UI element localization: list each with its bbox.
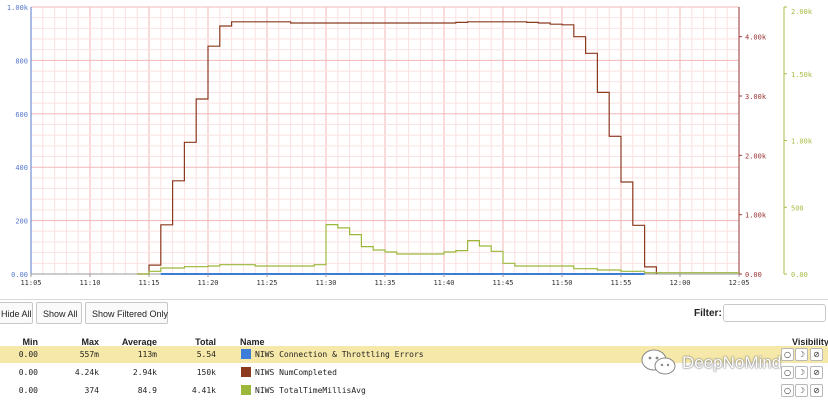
second-right-y-tick-label: 1.00k — [791, 138, 813, 146]
row-total: 5.54 — [196, 350, 216, 359]
row-max: 4.24k — [74, 368, 99, 377]
row-average: 113m — [137, 350, 157, 359]
watermark: DeepNoMind — [640, 345, 790, 381]
left-y-tick-label: 400 — [15, 164, 28, 172]
hide-series-button[interactable]: ⊘ — [810, 348, 823, 361]
row-average: 2.94k — [132, 368, 157, 377]
row-max: 557m — [79, 350, 99, 359]
left-y-tick-label: 800 — [15, 57, 28, 65]
watermark-text: DeepNoMind — [682, 353, 782, 372]
row-series-name: NIWS NumCompleted — [255, 368, 337, 377]
x-tick-label: 11:15 — [138, 279, 159, 287]
x-tick-label: 11:30 — [315, 279, 336, 287]
left-y-tick-label: 0.00 — [11, 271, 28, 279]
left-y-tick-label: 200 — [15, 218, 28, 226]
x-tick-label: 11:55 — [610, 279, 631, 287]
row-total: 4.41k — [191, 386, 216, 395]
show-all-button[interactable]: Show All — [36, 302, 82, 324]
right-y-tick-label: 2.00k — [745, 152, 767, 160]
filter-label: Filter: — [694, 308, 722, 319]
hide-series-button[interactable]: ⊘ — [810, 384, 823, 397]
right-y-tick-label: 0.00 — [745, 271, 762, 279]
hide-all-button[interactable]: Hide All — [0, 302, 33, 324]
row-min: 0.00 — [18, 386, 38, 395]
dim-series-button[interactable]: ☽ — [795, 384, 808, 397]
row-max: 374 — [84, 386, 99, 395]
series-color-swatch — [241, 349, 251, 359]
right-y-tick-label: 4.00k — [745, 34, 767, 42]
x-tick-label: 11:25 — [256, 279, 277, 287]
row-min: 0.00 — [18, 350, 38, 359]
row-average: 84.9 — [137, 386, 157, 395]
x-tick-label: 12:05 — [728, 279, 749, 287]
x-tick-label: 11:45 — [492, 279, 513, 287]
chart-svg: 11:05 11:10 11:15 11:20 11:25 11:30 11:35 11:40… — [7, 4, 813, 287]
filter-input[interactable] — [723, 304, 826, 322]
x-tick-label: 11:10 — [79, 279, 100, 287]
time-series-chart[interactable]: 11:05 11:10 11:15 11:20 11:25 11:30 11:35 11:40… — [0, 0, 828, 292]
row-series-name: NIWS Connection & Throttling Errors — [255, 350, 424, 359]
legend-row[interactable]: 0.00 374 84.9 4.41k NIWS TotalTimeMillis… — [0, 382, 828, 399]
left-y-tick-label: 600 — [15, 111, 28, 119]
x-tick-label: 11:05 — [20, 279, 41, 287]
grid — [30, 6, 740, 275]
left-y-tick-label: 1.00k — [7, 4, 29, 12]
second-right-y-tick-label: 0.00 — [791, 271, 808, 279]
hide-series-button[interactable]: ⊘ — [810, 366, 823, 379]
x-tick-label: 11:50 — [551, 279, 572, 287]
right-y-tick-label: 3.00k — [745, 93, 767, 101]
legend-toolbar: Hide All Show All Show Filtered Only Fil… — [0, 299, 828, 328]
show-filtered-only-button[interactable]: Show Filtered Only — [85, 302, 168, 324]
series-color-swatch — [241, 385, 251, 395]
dim-series-button[interactable]: ☽ — [795, 348, 808, 361]
right-y-tick-label: 1.00k — [745, 212, 767, 220]
wechat-icon — [641, 349, 676, 375]
series-color-swatch — [241, 367, 251, 377]
x-tick-label: 11:40 — [433, 279, 454, 287]
second-right-y-tick-label: 1.50k — [791, 71, 813, 79]
second-right-y-tick-label: 500 — [791, 204, 804, 212]
row-total: 150k — [196, 368, 216, 377]
x-tick-label: 11:35 — [374, 279, 395, 287]
second-right-y-tick-label: 2.00k — [791, 8, 813, 16]
row-min: 0.00 — [18, 368, 38, 377]
show-series-button[interactable]: ○ — [781, 384, 794, 397]
x-tick-label: 12:00 — [669, 279, 690, 287]
dim-series-button[interactable]: ☽ — [795, 366, 808, 379]
row-series-name: NIWS TotalTimeMillisAvg — [255, 386, 366, 395]
x-tick-label: 11:20 — [197, 279, 218, 287]
